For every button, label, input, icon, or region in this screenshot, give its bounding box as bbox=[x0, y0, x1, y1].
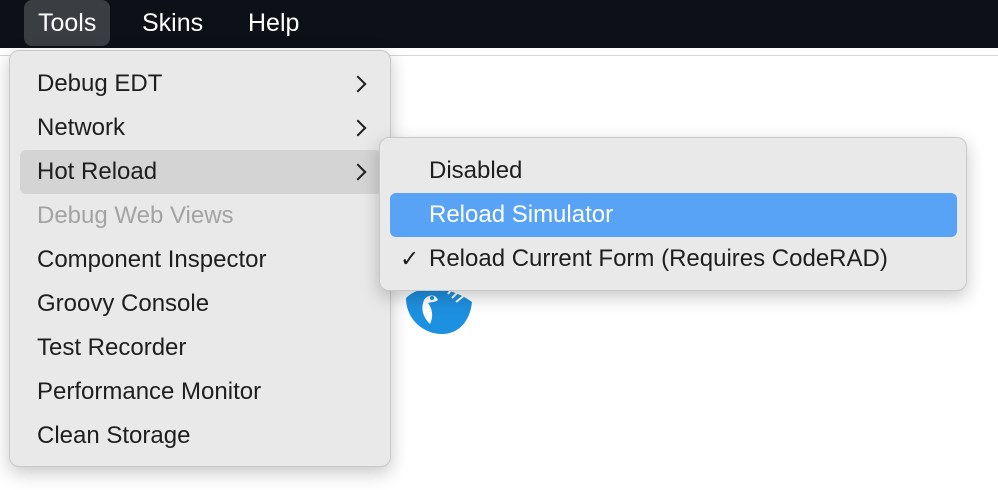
chevron-right-icon bbox=[349, 119, 367, 137]
menu-item-label: Debug Web Views bbox=[37, 202, 234, 229]
submenu-item-label: Reload Simulator bbox=[429, 201, 614, 228]
menu-skins[interactable]: Skins bbox=[128, 0, 217, 46]
menu-item-label: Clean Storage bbox=[37, 422, 191, 449]
chevron-right-icon bbox=[349, 163, 367, 181]
submenu-item-reload-simulator[interactable]: Reload Simulator bbox=[390, 193, 957, 237]
submenu-item-label: Disabled bbox=[429, 157, 523, 184]
menu-item-hot-reload[interactable]: Hot Reload bbox=[20, 150, 382, 194]
menu-item-label: Test Recorder bbox=[37, 334, 187, 361]
menu-item-label: Network bbox=[37, 114, 126, 141]
menu-help[interactable]: Help bbox=[234, 0, 313, 46]
menu-item-label: Component Inspector bbox=[37, 246, 267, 273]
menu-item-test-recorder[interactable]: Test Recorder bbox=[20, 326, 382, 370]
menu-item-label: Hot Reload bbox=[37, 158, 158, 185]
menu-item-component-inspector[interactable]: Component Inspector bbox=[20, 238, 382, 282]
submenu-item-label: Reload Current Form (Requires CodeRAD) bbox=[429, 245, 888, 272]
menu-item-label: Performance Monitor bbox=[37, 378, 262, 405]
submenu-item-reload-current-form[interactable]: ✓ Reload Current Form (Requires CodeRAD) bbox=[390, 237, 957, 281]
hot-reload-submenu: Disabled Reload Simulator ✓ Reload Curre… bbox=[379, 137, 967, 291]
checkmark-icon: ✓ bbox=[400, 245, 420, 272]
menu-item-label: Groovy Console bbox=[37, 290, 210, 317]
menu-item-debug-web-views: Debug Web Views bbox=[20, 194, 382, 238]
menu-item-network[interactable]: Network bbox=[20, 106, 382, 150]
chevron-right-icon bbox=[349, 75, 367, 93]
tools-dropdown: Debug EDT Network Hot Reload Debug Web V… bbox=[9, 50, 391, 467]
menu-bar: Tools Skins Help bbox=[0, 0, 998, 48]
submenu-item-disabled[interactable]: Disabled bbox=[390, 149, 957, 193]
menu-item-label: Debug EDT bbox=[37, 70, 163, 97]
menu-item-groovy-console[interactable]: Groovy Console bbox=[20, 282, 382, 326]
menu-tools[interactable]: Tools bbox=[24, 0, 111, 46]
menu-item-performance-monitor[interactable]: Performance Monitor bbox=[20, 370, 382, 414]
menu-item-clean-storage[interactable]: Clean Storage bbox=[20, 414, 382, 458]
menu-item-debug-edt[interactable]: Debug EDT bbox=[20, 62, 382, 106]
